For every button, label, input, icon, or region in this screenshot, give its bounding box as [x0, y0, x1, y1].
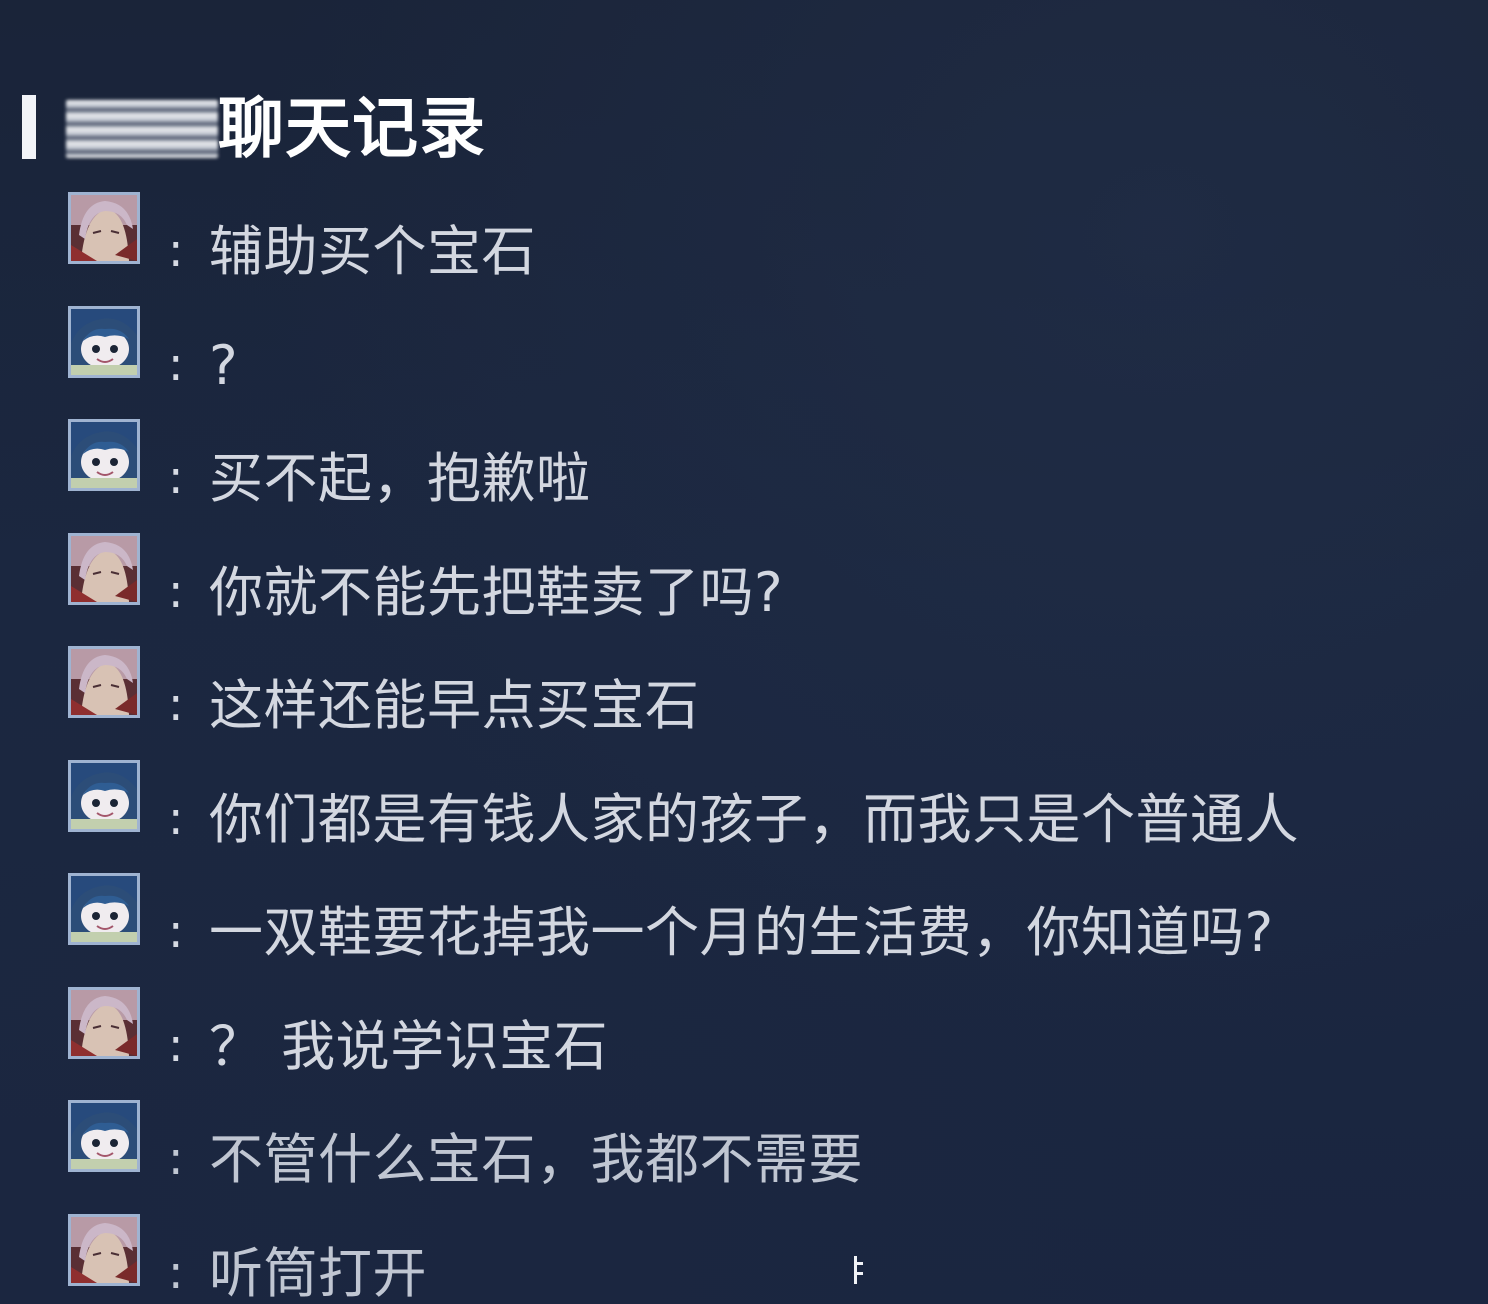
message-text: 一双鞋要花掉我一个月的生活费，你知道吗?	[209, 901, 1274, 964]
chat-message: : ？ 我说学识宝石	[68, 985, 1448, 1099]
hero-a-avatar[interactable]	[68, 532, 140, 605]
chat-message: : ?	[68, 304, 1448, 418]
message-colon: :	[168, 1131, 184, 1185]
hero-a-avatar[interactable]	[68, 1213, 140, 1286]
hero-b-avatar[interactable]	[68, 873, 140, 945]
chat-message: : 不管什么宝石，我都不需要	[68, 1098, 1448, 1212]
message-colon: :	[168, 677, 184, 731]
page-title: 聊天记录	[218, 90, 486, 167]
message-text: 辅助买个宝石	[209, 220, 536, 283]
hero-a-avatar[interactable]	[68, 192, 140, 264]
message-text: 你就不能先把鞋卖了吗?	[209, 560, 784, 624]
chat-log-screen: 聊天记录 : 辅助买个宝石 : ? : 买不起，抱歉啦: 你就不能先把鞋卖了吗…	[0, 0, 1488, 1304]
message-text: 听筒打开	[209, 1241, 427, 1304]
message-colon: :	[168, 223, 184, 277]
hero-a-avatar[interactable]	[68, 646, 140, 718]
chat-message: : 你就不能先把鞋卖了吗?	[68, 531, 1448, 645]
message-text: 这样还能早点买宝石	[209, 674, 700, 737]
message-text: ?	[209, 333, 239, 397]
chat-log-header: 聊天记录	[22, 92, 722, 166]
header-accent-bar	[22, 95, 36, 159]
chat-message: : 这样还能早点买宝石	[68, 644, 1448, 758]
message-colon: :	[168, 450, 184, 504]
chat-message: : 你们都是有钱人家的孩子，而我只是个普通人	[68, 758, 1448, 872]
message-text: ？ 我说学识宝石	[209, 1014, 609, 1078]
message-colon: :	[168, 1244, 184, 1299]
hero-b-avatar[interactable]	[68, 1100, 140, 1172]
message-colon: :	[168, 790, 184, 845]
message-text: 买不起，抱歉啦	[209, 447, 591, 510]
message-text: 你们都是有钱人家的孩子，而我只是个普通人	[209, 787, 1299, 851]
redacted-name-blur	[66, 100, 218, 158]
chat-message: : 听筒打开	[68, 1212, 1448, 1304]
hero-b-avatar[interactable]	[68, 419, 140, 491]
chat-message: : 买不起，抱歉啦	[68, 417, 1448, 531]
message-colon: :	[168, 336, 184, 391]
message-colon: :	[168, 904, 184, 958]
hero-b-avatar[interactable]	[68, 305, 140, 378]
hero-b-avatar[interactable]	[68, 759, 140, 832]
chat-message: : 一双鞋要花掉我一个月的生活费，你知道吗?	[68, 871, 1448, 985]
message-colon: :	[168, 563, 184, 618]
text-cursor-icon	[854, 1256, 863, 1284]
hero-a-avatar[interactable]	[68, 986, 140, 1059]
message-text: 不管什么宝石，我都不需要	[209, 1128, 863, 1191]
message-colon: :	[168, 1017, 184, 1072]
chat-message: : 辅助买个宝石	[68, 190, 1448, 304]
chat-message-list: : 辅助买个宝石 : ? : 买不起，抱歉啦 : 你就不能先把鞋卖了吗?: 这…	[68, 190, 1448, 1304]
